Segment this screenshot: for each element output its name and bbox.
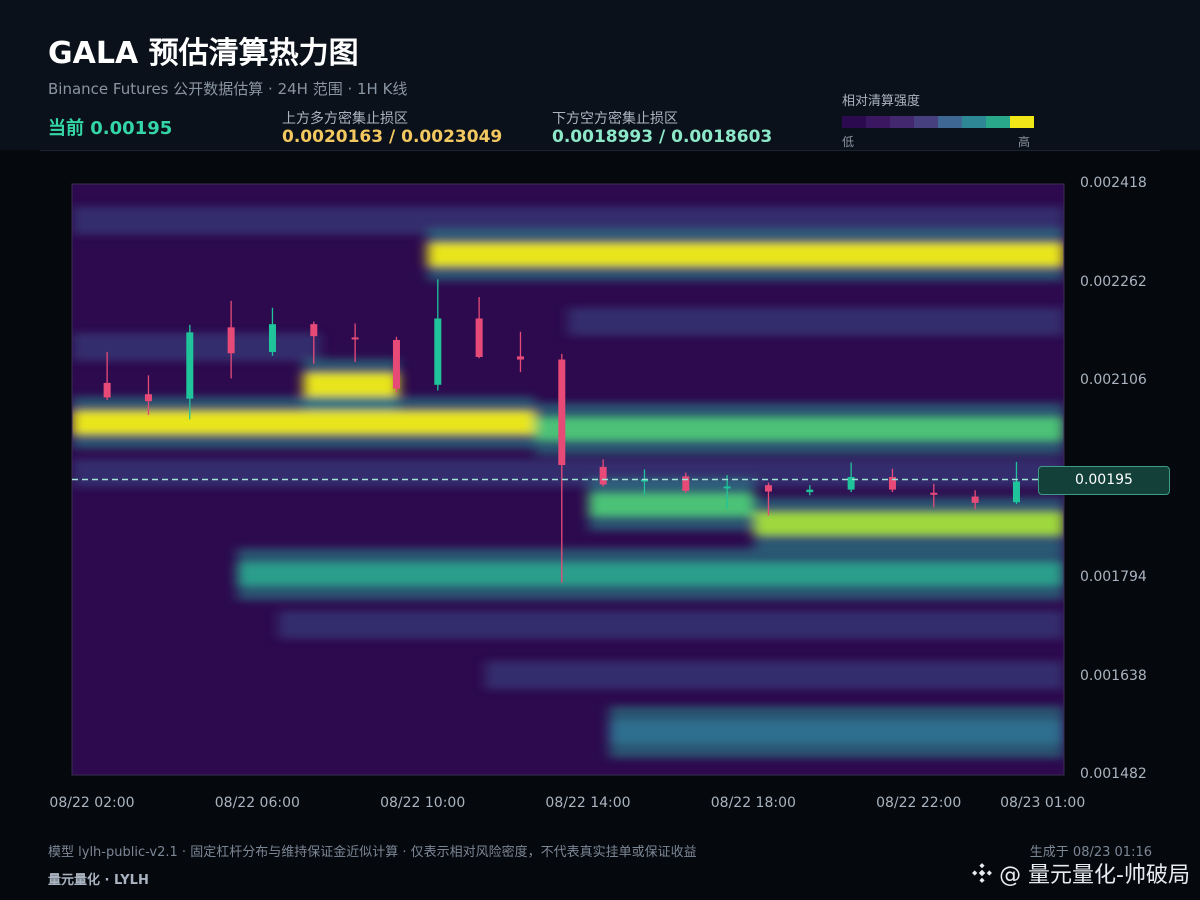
heat-band (609, 720, 1064, 745)
watermark: @ 量元量化-帅破局 (971, 857, 1190, 889)
candle-body (930, 492, 938, 495)
heat-band (303, 372, 399, 397)
heat-texture (568, 307, 1064, 336)
candle-body (227, 327, 235, 354)
candle-body (558, 359, 566, 465)
heat-band (72, 410, 535, 435)
binance-logo-icon (972, 863, 992, 883)
watermark-text: @ 量元量化-帅破局 (999, 863, 1190, 888)
candle-body (1012, 481, 1020, 503)
x-tick-label: 08/22 14:00 (545, 795, 631, 811)
heat-texture (72, 459, 1064, 488)
heat-band (427, 242, 1064, 267)
y-tick-label: 0.001638 (1080, 667, 1147, 684)
heat-texture (485, 661, 1064, 690)
candle-body (971, 496, 979, 503)
y-tick-label: 0.002262 (1080, 273, 1147, 290)
candle-body (682, 476, 690, 491)
candle-body (392, 339, 400, 389)
heat-band (534, 416, 1064, 441)
candle-body (186, 332, 194, 399)
footer-model-note: 模型 lylh-public-v2.1 · 固定杠杆分布与维持保证金近似计算 ·… (48, 845, 697, 860)
heatmap-chart (71, 183, 1065, 776)
candle-body (764, 485, 772, 492)
candle-body (268, 324, 276, 352)
candle-body (599, 466, 607, 485)
heat-texture (72, 332, 320, 361)
x-tick-label: 08/22 06:00 (214, 795, 300, 811)
current-price-tag: 0.00195 (1038, 466, 1170, 495)
x-tick-label: 08/22 22:00 (876, 795, 962, 811)
candle-body (144, 394, 152, 402)
x-tick-label: 08/22 18:00 (710, 795, 796, 811)
x-tick-label: 08/22 02:00 (49, 795, 135, 811)
candle-body (723, 486, 731, 489)
candle-body (310, 324, 318, 337)
y-tick-label: 0.002418 (1080, 175, 1147, 191)
y-tick-label: 0.001794 (1080, 569, 1147, 585)
heat-band (588, 492, 754, 517)
x-tick-label: 08/22 10:00 (380, 795, 466, 811)
footer-brand: 量元量化 · LYLH (48, 873, 149, 888)
candle-body (434, 318, 442, 385)
heat-texture (278, 610, 1064, 639)
x-tick-label: 08/23 01:00 (1000, 795, 1086, 811)
heat-band (237, 562, 1064, 587)
y-tick-label: 0.002106 (1080, 372, 1147, 388)
y-tick-label: 0.001482 (1080, 766, 1147, 782)
candle-body (516, 356, 524, 360)
candle-body (351, 337, 359, 340)
candle-body (103, 382, 111, 398)
heat-band (754, 511, 1064, 536)
candle-body (806, 489, 814, 493)
candle-body (475, 318, 483, 358)
